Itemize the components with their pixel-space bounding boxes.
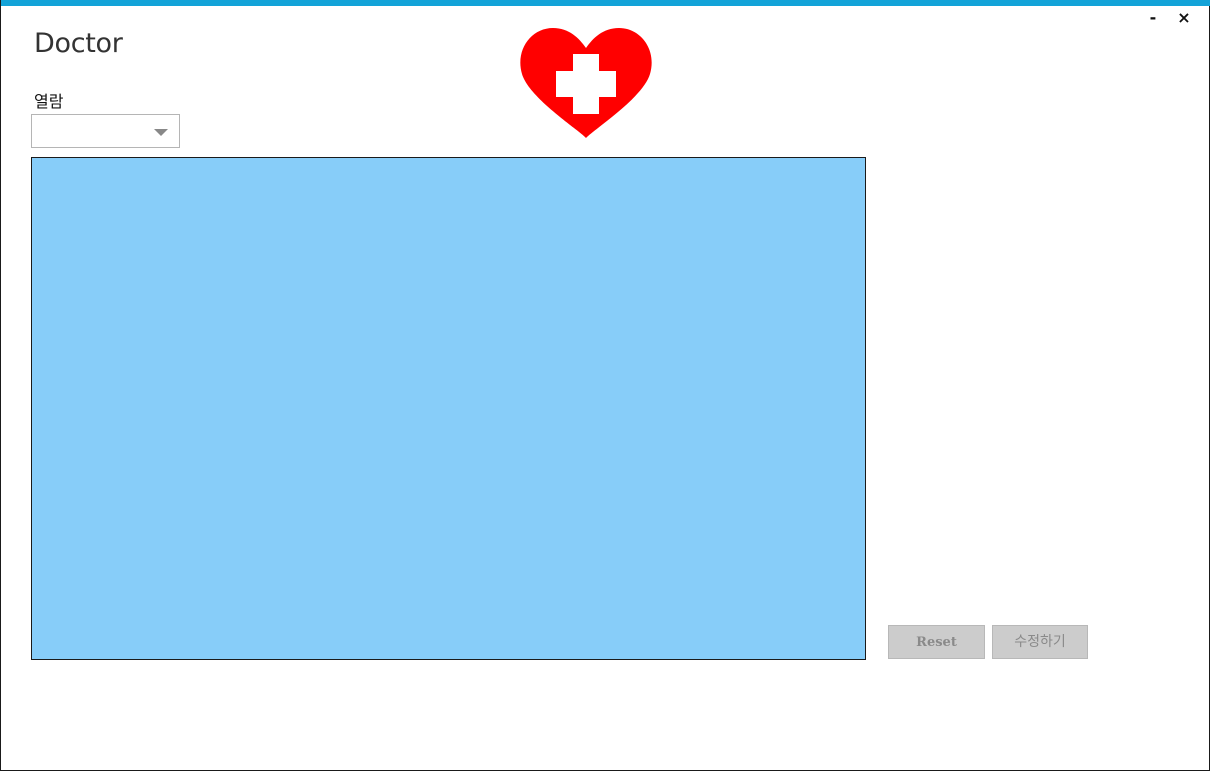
window-accent-bar [1,0,1210,6]
cross-horizontal [556,71,616,97]
edit-button[interactable]: 수정하기 [992,625,1088,659]
content-panel[interactable] [31,157,866,660]
window-title: Doctor [34,28,123,59]
close-button[interactable]: × [1174,8,1194,28]
app-window: Doctor - × 열람 Reset 수정하기 [0,0,1210,771]
view-filter-dropdown[interactable] [31,114,180,148]
reset-button[interactable]: Reset [888,625,985,659]
minimize-button[interactable]: - [1143,8,1163,28]
medical-heart-cross-icon [520,28,652,138]
view-filter-label: 열람 [34,92,64,111]
chevron-down-icon [154,129,168,136]
